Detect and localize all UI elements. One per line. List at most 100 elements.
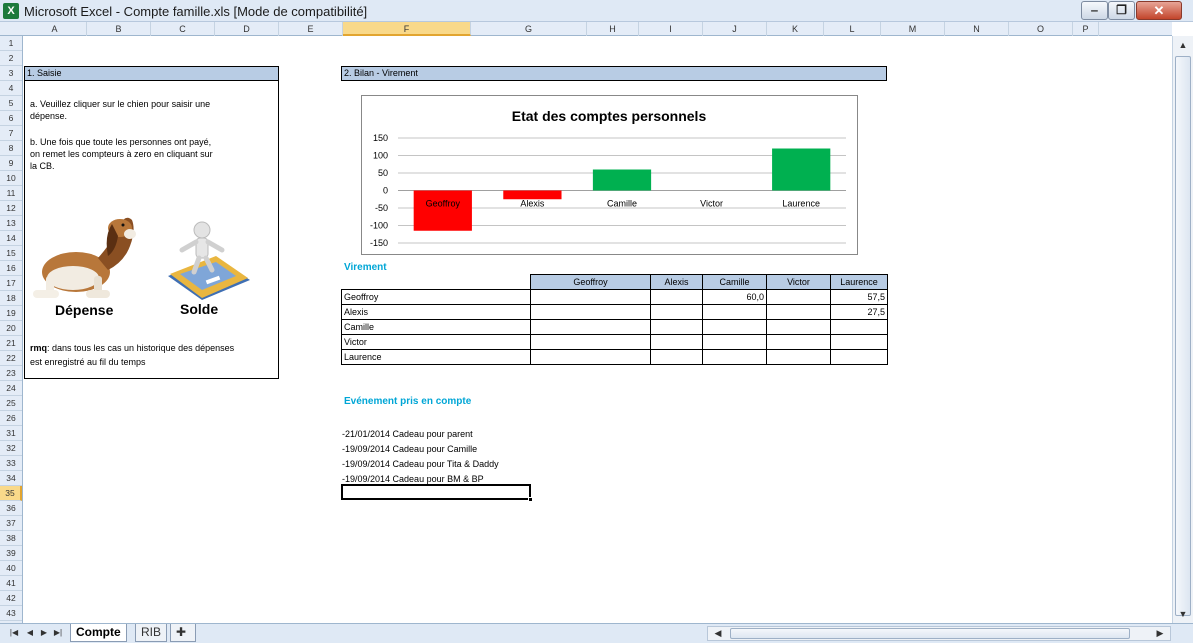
virement-cell[interactable] (766, 349, 831, 365)
virement-cell[interactable] (530, 334, 651, 350)
virement-cell[interactable]: 27,5 (830, 304, 888, 320)
virement-cell[interactable] (702, 349, 767, 365)
row-header-15[interactable]: 15 (0, 246, 22, 261)
prev-sheet-icon[interactable]: ◀ (24, 627, 36, 639)
virement-cell[interactable] (530, 349, 651, 365)
row-header-9[interactable]: 9 (0, 156, 22, 171)
column-header-n[interactable]: N (945, 22, 1009, 36)
column-header-k[interactable]: K (767, 22, 824, 36)
virement-cell[interactable] (702, 319, 767, 335)
column-header-o[interactable]: O (1009, 22, 1073, 36)
first-sheet-icon[interactable]: |◀ (8, 627, 20, 639)
last-sheet-icon[interactable]: ▶| (52, 627, 64, 639)
horizontal-scroll-thumb[interactable] (730, 628, 1130, 639)
row-header-17[interactable]: 17 (0, 276, 22, 291)
chart-bar-geoffroy[interactable] (413, 190, 472, 231)
row-header-11[interactable]: 11 (0, 186, 22, 201)
virement-cell[interactable] (530, 319, 651, 335)
column-header-a[interactable]: A (23, 22, 87, 36)
next-sheet-icon[interactable]: ▶ (38, 627, 50, 639)
virement-cell[interactable] (650, 334, 703, 350)
column-header-m[interactable]: M (881, 22, 945, 36)
column-header-p[interactable]: P (1073, 22, 1099, 36)
minimize-button[interactable]: ‒ (1081, 1, 1108, 20)
fill-handle[interactable] (528, 497, 533, 502)
virement-cell[interactable] (766, 334, 831, 350)
column-header-d[interactable]: D (215, 22, 279, 36)
row-header-38[interactable]: 38 (0, 531, 22, 546)
column-header-b[interactable]: B (87, 22, 151, 36)
chart-bar-camille[interactable] (592, 169, 652, 191)
maximize-button[interactable]: ❐ (1108, 1, 1135, 20)
row-header-7[interactable]: 7 (0, 126, 22, 141)
close-button[interactable]: ✕ (1136, 1, 1182, 20)
row-header-26[interactable]: 26 (0, 411, 22, 426)
row-header-39[interactable]: 39 (0, 546, 22, 561)
column-header-e[interactable]: E (279, 22, 343, 36)
row-header-42[interactable]: 42 (0, 591, 22, 606)
row-header-22[interactable]: 22 (0, 351, 22, 366)
scroll-down-icon[interactable]: ▼ (1175, 609, 1191, 619)
virement-cell[interactable] (702, 334, 767, 350)
virement-cell[interactable] (766, 319, 831, 335)
scroll-up-icon[interactable]: ▲ (1175, 40, 1191, 50)
virement-cell[interactable] (766, 304, 831, 320)
column-header-j[interactable]: J (703, 22, 767, 36)
solde-card-button[interactable] (166, 218, 252, 300)
selected-cell[interactable] (341, 484, 533, 502)
accounts-chart[interactable]: Etat des comptes personnels 150 100 50 0 -50… (361, 95, 858, 255)
row-header-31[interactable]: 31 (0, 426, 22, 441)
row-header-43[interactable]: 43 (0, 606, 22, 621)
column-header-i[interactable]: I (639, 22, 703, 36)
virement-row-name[interactable]: Alexis (341, 304, 531, 320)
column-header-f[interactable]: F (343, 22, 471, 36)
row-header-40[interactable]: 40 (0, 561, 22, 576)
virement-row-name[interactable]: Camille (341, 319, 531, 335)
row-header-8[interactable]: 8 (0, 141, 22, 156)
row-header-14[interactable]: 14 (0, 231, 22, 246)
excel-icon[interactable]: X (3, 3, 19, 19)
column-header-h[interactable]: H (587, 22, 639, 36)
depense-dog-button[interactable] (28, 210, 138, 300)
virement-cell[interactable] (830, 334, 888, 350)
row-header-34[interactable]: 34 (0, 471, 22, 486)
virement-cell[interactable] (650, 289, 703, 305)
vertical-scrollbar[interactable]: ▲ ▼ (1172, 36, 1193, 623)
virement-cell[interactable] (650, 319, 703, 335)
virement-cell[interactable] (830, 349, 888, 365)
row-header-37[interactable]: 37 (0, 516, 22, 531)
row-header-41[interactable]: 41 (0, 576, 22, 591)
virement-cell[interactable] (650, 304, 703, 320)
virement-cell[interactable] (650, 349, 703, 365)
row-header-36[interactable]: 36 (0, 501, 22, 516)
chart-bar-laurence[interactable] (772, 148, 831, 191)
virement-cell[interactable] (530, 304, 651, 320)
row-header-33[interactable]: 33 (0, 456, 22, 471)
row-header-19[interactable]: 19 (0, 306, 22, 321)
row-header-23[interactable]: 23 (0, 366, 22, 381)
scroll-right-icon[interactable]: ▶ (1152, 628, 1168, 639)
row-header-24[interactable]: 24 (0, 381, 22, 396)
virement-cell[interactable] (530, 289, 651, 305)
row-header-20[interactable]: 20 (0, 321, 22, 336)
row-header-5[interactable]: 5 (0, 96, 22, 111)
column-header-l[interactable]: L (824, 22, 881, 36)
column-header-c[interactable]: C (151, 22, 215, 36)
scroll-left-icon[interactable]: ◀ (710, 628, 726, 639)
sheet-tab-compte[interactable]: Compte (70, 624, 127, 642)
row-header-6[interactable]: 6 (0, 111, 22, 126)
virement-row-name[interactable]: Victor (341, 334, 531, 350)
sheet-tab-rib[interactable]: RIB (135, 624, 168, 642)
row-header-35[interactable]: 35 (0, 486, 22, 501)
virement-cell[interactable]: 57,5 (830, 289, 888, 305)
row-header-2[interactable]: 2 (0, 51, 22, 66)
column-header-g[interactable]: G (471, 22, 587, 36)
virement-row-name[interactable]: Geoffroy (341, 289, 531, 305)
row-header-16[interactable]: 16 (0, 261, 22, 276)
horizontal-scrollbar[interactable]: ◀ ▶ (707, 626, 1171, 641)
row-header-12[interactable]: 12 (0, 201, 22, 216)
row-header-1[interactable]: 1 (0, 36, 22, 51)
row-header-13[interactable]: 13 (0, 216, 22, 231)
virement-cell[interactable] (766, 289, 831, 305)
row-header-32[interactable]: 32 (0, 441, 22, 456)
